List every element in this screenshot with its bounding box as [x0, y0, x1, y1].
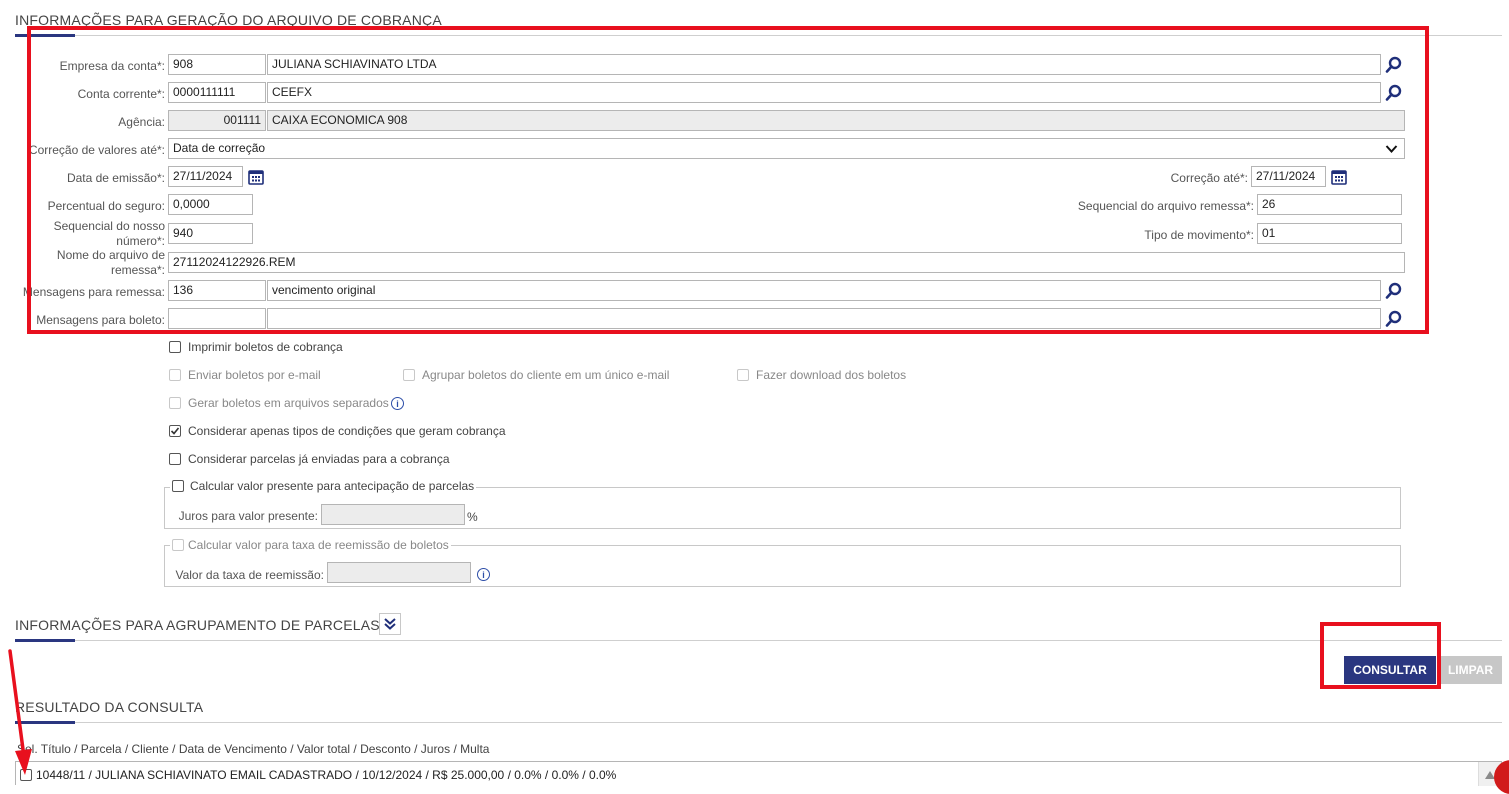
imprimir-label: Imprimir boletos de cobrança [188, 340, 343, 354]
sequencial-nosso-numero-label-line1: Sequencial do nosso [53, 219, 165, 233]
search-icon [1385, 56, 1402, 73]
calendar-icon [248, 170, 264, 185]
percentual-seguro-input[interactable]: 0,0000 [168, 194, 253, 215]
section-accent [15, 639, 75, 642]
sequencial-remessa-input[interactable]: 26 [1257, 194, 1402, 215]
agencia-code-field: 001111 [168, 110, 266, 131]
download-label: Fazer download dos boletos [756, 368, 907, 382]
correcao-ate-calendar-button[interactable] [1328, 166, 1350, 188]
search-icon [1385, 84, 1402, 101]
checkmark-icon [170, 427, 180, 435]
juros-input[interactable] [321, 504, 465, 525]
section-title-geracao: INFORMAÇÕES PARA GERAÇÃO DO ARQUIVO DE C… [15, 12, 442, 28]
section-title-resultado: RESULTADO DA CONSULTA [15, 699, 204, 715]
imprimir-checkbox[interactable] [169, 341, 181, 353]
consultar-button[interactable]: CONSULTAR [1344, 656, 1436, 684]
mensagens-boleto-search-button[interactable] [1383, 308, 1405, 330]
reemissao-checkbox[interactable] [172, 539, 184, 551]
mensagens-remessa-code-input[interactable]: 136 [168, 280, 266, 301]
correcao-ate-input[interactable]: 27/11/2024 [1251, 166, 1326, 187]
tipo-movimento-input[interactable]: 01 [1257, 223, 1402, 244]
download-checkbox[interactable] [737, 369, 749, 381]
reemissao-label: Calcular valor para taxa de reemissão de… [188, 538, 449, 552]
considerar-tipos-label: Considerar apenas tipos de condições que… [188, 424, 506, 438]
conta-code-input[interactable]: 0000111111 [168, 82, 266, 103]
nome-arquivo-label-line1: Nome do arquivo de [56, 248, 165, 262]
conta-name-input[interactable]: CEEFX [267, 82, 1381, 103]
valor-presente-label: Calcular valor presente para antecipação… [190, 479, 475, 493]
row-text: 10448/11 / JULIANA SCHIAVINATO EMAIL CAD… [36, 768, 617, 782]
calendar-icon [1331, 170, 1347, 185]
separados-checkbox[interactable] [169, 397, 181, 409]
sequencial-nosso-numero-label-line2: número*: [116, 234, 165, 248]
considerar-enviadas-label: Considerar parcelas já enviadas para a c… [188, 452, 450, 466]
resultado-list: 10448/11 / JULIANA SCHIAVINATO EMAIL CAD… [15, 761, 1502, 786]
valor-presente-checkbox[interactable] [172, 480, 184, 492]
agrupar-email-checkbox[interactable] [403, 369, 415, 381]
empresa-label: Empresa da conta*: [59, 59, 165, 73]
data-emissao-label: Data de emissão*: [66, 171, 165, 185]
tipo-movimento-label: Tipo de movimento*: [1144, 228, 1254, 242]
table-row[interactable]: 10448/11 / JULIANA SCHIAVINATO EMAIL CAD… [20, 768, 616, 782]
correcao-valores-select[interactable]: Data de correção [168, 138, 1405, 159]
info-icon[interactable]: i [391, 397, 404, 410]
juros-label: Juros para valor presente: [178, 509, 318, 523]
reemissao-legend: Calcular valor para taxa de reemissão de… [170, 538, 451, 552]
data-emissao-input[interactable]: 27/11/2024 [168, 166, 243, 187]
mensagens-boleto-text-input[interactable] [267, 308, 1381, 329]
juros-unit: % [467, 510, 478, 524]
mensagens-remessa-text-input[interactable]: vencimento original [267, 280, 1381, 301]
considerar-enviadas-checkbox[interactable] [169, 453, 181, 465]
chevron-down-icon [1385, 145, 1398, 153]
conta-label: Conta corrente*: [77, 87, 165, 101]
section-divider [15, 640, 1502, 641]
expand-agrupamento-button[interactable] [379, 613, 401, 635]
percentual-seguro-label: Percentual do seguro: [47, 199, 165, 213]
agencia-label: Agência: [118, 115, 165, 129]
considerar-tipos-checkbox[interactable] [169, 425, 181, 437]
nome-arquivo-label-line2: remessa*: [110, 263, 165, 277]
sequencial-nosso-numero-input[interactable]: 940 [168, 223, 253, 244]
taxa-reemissao-input[interactable] [327, 562, 471, 583]
section-title-agrupamento: INFORMAÇÕES PARA AGRUPAMENTO DE PARCELAS [15, 617, 380, 633]
empresa-code-input[interactable]: 908 [168, 54, 266, 75]
mensagens-remessa-search-button[interactable] [1383, 280, 1405, 302]
section-divider [15, 35, 1502, 36]
double-chevron-down-icon [384, 618, 396, 630]
separados-label: Gerar boletos em arquivos separados [188, 396, 389, 410]
info-icon[interactable]: i [477, 568, 490, 581]
arrow-annotation-icon [8, 649, 32, 775]
search-icon [1385, 282, 1402, 299]
conta-search-button[interactable] [1383, 82, 1405, 104]
agencia-name-field: CAIXA ECONOMICA 908 [267, 110, 1405, 131]
correcao-valores-selected: Data de correção [173, 141, 266, 155]
section-accent [15, 34, 75, 37]
data-emissao-calendar-button[interactable] [245, 166, 267, 188]
limpar-button[interactable]: LIMPAR [1439, 656, 1502, 684]
mensagens-boleto-label: Mensagens para boleto: [36, 313, 165, 327]
mensagens-boleto-code-input[interactable] [168, 308, 266, 329]
empresa-name-input[interactable]: JULIANA SCHIAVINATO LTDA [267, 54, 1381, 75]
enviar-email-checkbox[interactable] [169, 369, 181, 381]
section-divider [15, 722, 1502, 723]
resultado-header: Sel. Título / Parcela / Cliente / Data d… [17, 742, 490, 756]
agrupar-email-label: Agrupar boletos do cliente em um único e… [422, 368, 670, 382]
mensagens-remessa-label: Mensagens para remessa: [22, 285, 165, 299]
correcao-valores-label: Correção de valores até*: [28, 143, 165, 157]
enviar-email-label: Enviar boletos por e-mail [188, 368, 321, 382]
sequencial-remessa-label: Sequencial do arquivo remessa*: [1077, 199, 1254, 213]
search-icon [1385, 310, 1402, 327]
empresa-search-button[interactable] [1383, 54, 1405, 76]
taxa-reemissao-label: Valor da taxa de reemissão: [175, 568, 324, 582]
nome-arquivo-input[interactable]: 27112024122926.REM [168, 252, 1405, 273]
correcao-ate-label: Correção até*: [1170, 171, 1248, 185]
valor-presente-legend: Calcular valor presente para antecipação… [170, 479, 477, 493]
